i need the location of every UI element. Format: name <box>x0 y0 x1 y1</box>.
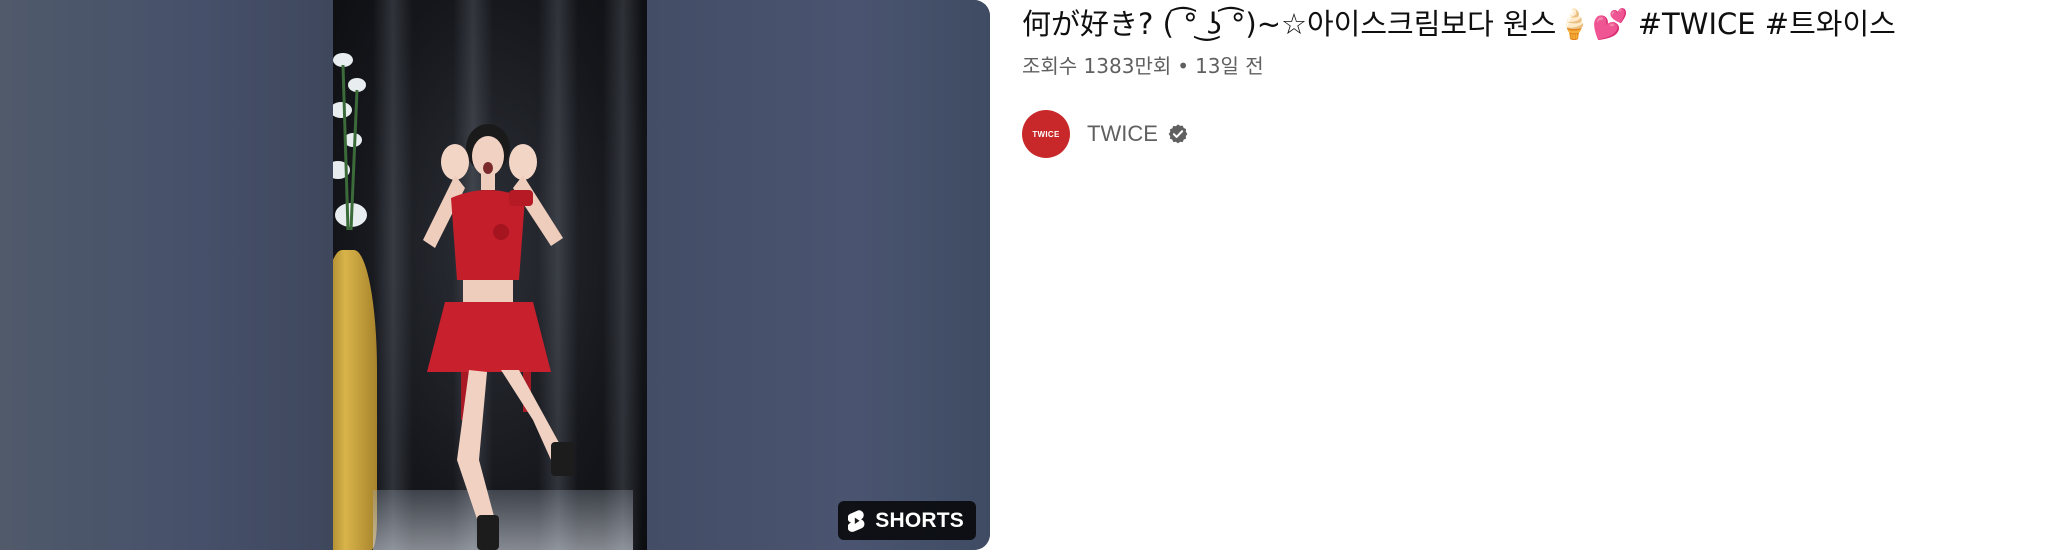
view-count: 조회수 1383만회 <box>1022 54 1172 78</box>
verified-badge-icon <box>1167 123 1189 145</box>
shorts-badge: SHORTS <box>838 501 976 540</box>
shorts-badge-label: SHORTS <box>875 508 964 532</box>
shorts-video-result: SHORTS 何が好き? ( ͡° ͜ʖ ͡°)~☆아이스크림보다 원스🍦💕 #… <box>0 0 2064 550</box>
thumbnail-blur-right <box>647 0 990 550</box>
channel-avatar[interactable]: TWICE <box>1022 110 1070 158</box>
dancer-figure <box>423 124 575 550</box>
thumbnail-image <box>333 0 647 550</box>
upload-age: 13일 전 <box>1195 54 1264 78</box>
vase-decoration <box>333 250 377 550</box>
shorts-icon <box>848 509 866 532</box>
thumbnail-blur-left <box>0 0 333 550</box>
video-thumbnail[interactable]: SHORTS <box>0 0 990 550</box>
channel-info: TWICE TWICE <box>1022 110 1189 158</box>
video-details: 何が好き? ( ͡° ͜ʖ ͡°)~☆아이스크림보다 원스🍦💕 #TWICE #… <box>1022 0 2064 550</box>
video-title[interactable]: 何が好き? ( ͡° ͜ʖ ͡°)~☆아이스크림보다 원스🍦💕 #TWICE #… <box>1022 4 1896 44</box>
channel-name[interactable]: TWICE <box>1087 121 1158 147</box>
metadata-separator: • <box>1177 54 1190 78</box>
flowers-decoration <box>333 53 367 231</box>
channel-avatar-logo: TWICE <box>1032 129 1060 139</box>
video-metadata: 조회수 1383만회 • 13일 전 <box>1022 52 1264 80</box>
